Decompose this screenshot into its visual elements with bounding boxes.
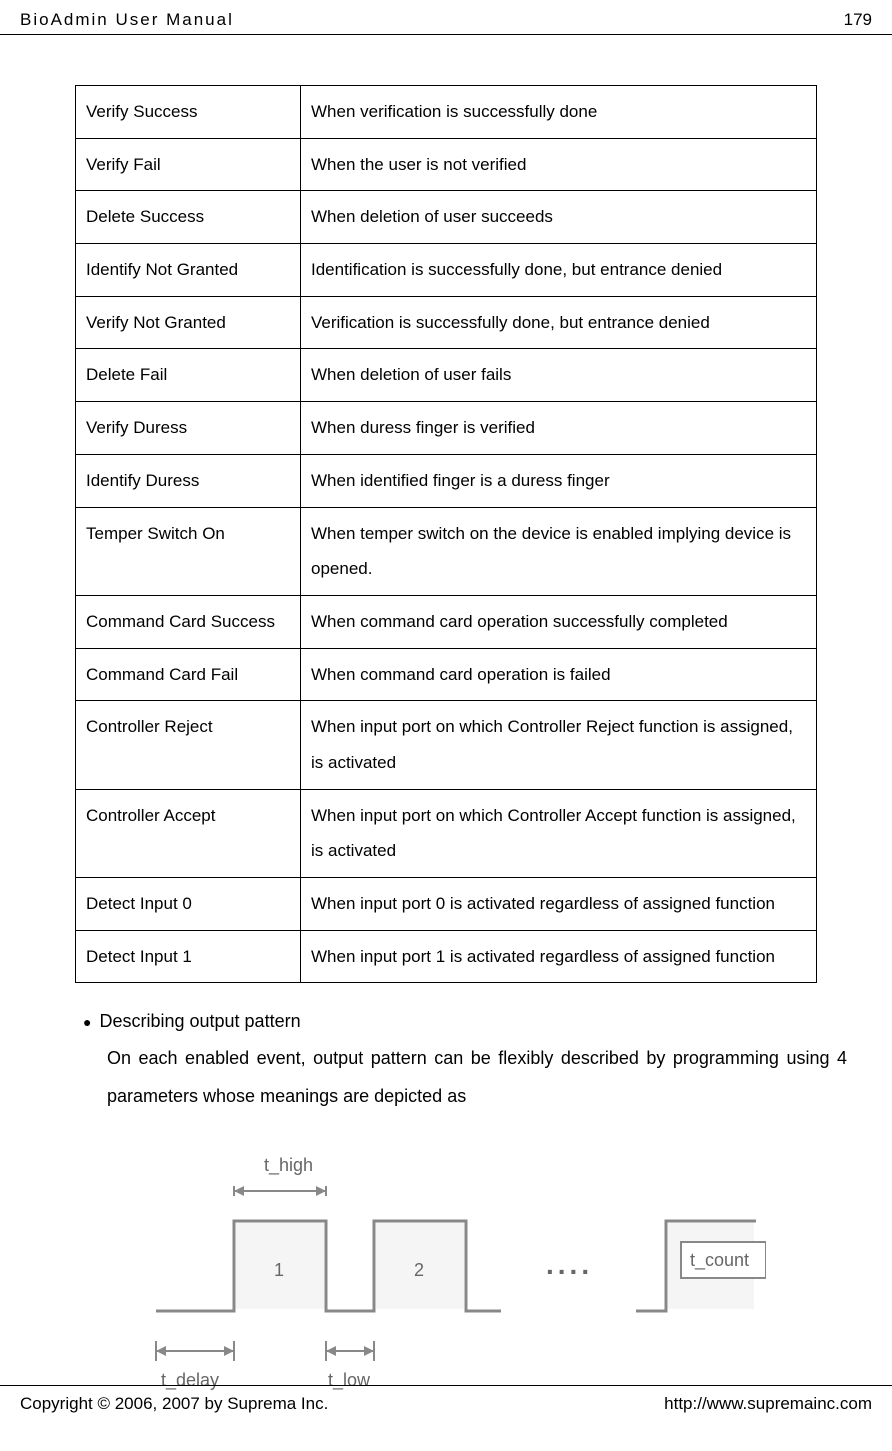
- page-header: BioAdmin User Manual 179: [0, 0, 892, 35]
- event-desc-cell: When deletion of user succeeds: [301, 191, 817, 244]
- table-row: Delete FailWhen deletion of user fails: [76, 349, 817, 402]
- bullet-icon: ●: [83, 1014, 91, 1030]
- event-desc-cell: When input port on which Controller Reje…: [301, 701, 817, 789]
- page-number: 179: [844, 10, 872, 30]
- event-desc-cell: Verification is successfully done, but e…: [301, 296, 817, 349]
- event-desc-cell: When input port on which Controller Acce…: [301, 789, 817, 877]
- table-row: Command Card SuccessWhen command card op…: [76, 595, 817, 648]
- table-row: Command Card FailWhen command card opera…: [76, 648, 817, 701]
- table-row: Verify Not GrantedVerification is succes…: [76, 296, 817, 349]
- event-desc-cell: When duress finger is verified: [301, 402, 817, 455]
- table-row: Detect Input 1When input port 1 is activ…: [76, 930, 817, 983]
- table-row: Verify DuressWhen duress finger is verif…: [76, 402, 817, 455]
- event-name-cell: Detect Input 1: [76, 930, 301, 983]
- event-name-cell: Verify Success: [76, 86, 301, 139]
- table-row: Detect Input 0When input port 0 is activ…: [76, 878, 817, 931]
- event-name-cell: Verify Fail: [76, 138, 301, 191]
- event-desc-cell: Identification is successfully done, but…: [301, 244, 817, 297]
- dots-label: ....: [546, 1249, 593, 1280]
- event-name-cell: Delete Fail: [76, 349, 301, 402]
- event-name-cell: Detect Input 0: [76, 878, 301, 931]
- event-desc-cell: When input port 0 is activated regardles…: [301, 878, 817, 931]
- event-name-cell: Identify Not Granted: [76, 244, 301, 297]
- page-content: Verify SuccessWhen verification is succe…: [0, 35, 892, 1446]
- event-name-cell: Temper Switch On: [76, 507, 301, 595]
- event-name-cell: Controller Accept: [76, 789, 301, 877]
- event-name-cell: Delete Success: [76, 191, 301, 244]
- t-count-label: t_count: [690, 1250, 749, 1271]
- table-row: Controller RejectWhen input port on whic…: [76, 701, 817, 789]
- event-name-cell: Verify Duress: [76, 402, 301, 455]
- bullet-heading: ● Describing output pattern: [83, 1011, 847, 1032]
- table-row: Identify DuressWhen identified finger is…: [76, 454, 817, 507]
- event-table: Verify SuccessWhen verification is succe…: [75, 85, 817, 983]
- event-desc-cell: When temper switch on the device is enab…: [301, 507, 817, 595]
- table-row: Delete SuccessWhen deletion of user succ…: [76, 191, 817, 244]
- event-desc-cell: When deletion of user fails: [301, 349, 817, 402]
- pulse-2-label: 2: [414, 1260, 424, 1280]
- table-row: Temper Switch OnWhen temper switch on th…: [76, 507, 817, 595]
- pulse-1-label: 1: [274, 1260, 284, 1280]
- footer-url: http://www.supremainc.com: [664, 1394, 872, 1414]
- event-desc-cell: When input port 1 is activated regardles…: [301, 930, 817, 983]
- event-desc-cell: When command card operation is failed: [301, 648, 817, 701]
- event-name-cell: Controller Reject: [76, 701, 301, 789]
- table-row: Verify SuccessWhen verification is succe…: [76, 86, 817, 139]
- event-name-cell: Command Card Success: [76, 595, 301, 648]
- event-name-cell: Command Card Fail: [76, 648, 301, 701]
- copyright-text: Copyright © 2006, 2007 by Suprema Inc.: [20, 1394, 328, 1414]
- table-row: Controller AcceptWhen input port on whic…: [76, 789, 817, 877]
- t-high-label: t_high: [264, 1155, 313, 1176]
- bullet-title: Describing output pattern: [99, 1011, 300, 1032]
- section-description: On each enabled event, output pattern ca…: [83, 1040, 847, 1116]
- table-row: Verify FailWhen the user is not verified: [76, 138, 817, 191]
- bullet-section: ● Describing output pattern On each enab…: [45, 1011, 847, 1116]
- event-desc-cell: When verification is successfully done: [301, 86, 817, 139]
- event-name-cell: Identify Duress: [76, 454, 301, 507]
- table-row: Identify Not GrantedIdentification is su…: [76, 244, 817, 297]
- event-desc-cell: When identified finger is a duress finge…: [301, 454, 817, 507]
- event-desc-cell: When command card operation successfully…: [301, 595, 817, 648]
- event-desc-cell: When the user is not verified: [301, 138, 817, 191]
- page-footer: Copyright © 2006, 2007 by Suprema Inc. h…: [0, 1385, 892, 1426]
- event-name-cell: Verify Not Granted: [76, 296, 301, 349]
- header-title: BioAdmin User Manual: [20, 10, 234, 30]
